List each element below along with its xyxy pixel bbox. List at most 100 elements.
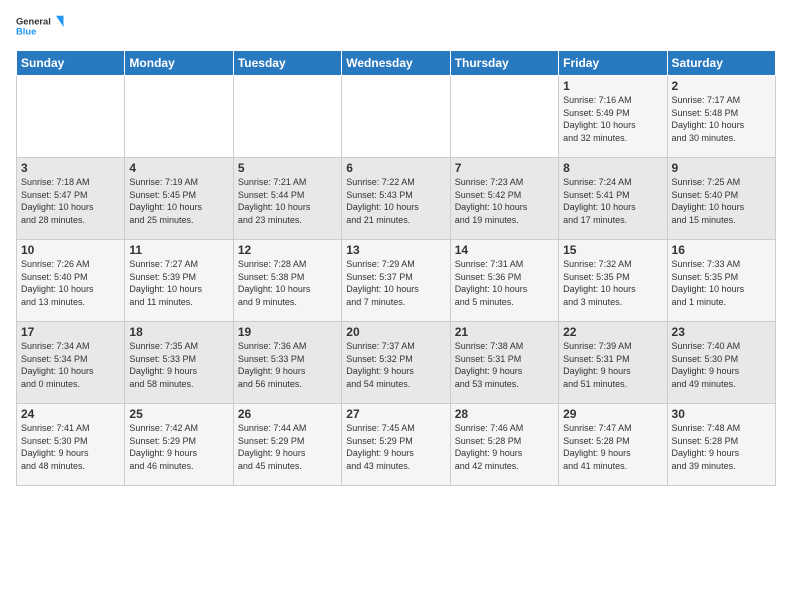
calendar-cell: 4Sunrise: 7:19 AM Sunset: 5:45 PM Daylig…: [125, 158, 233, 240]
day-info: Sunrise: 7:32 AM Sunset: 5:35 PM Dayligh…: [563, 258, 662, 308]
day-info: Sunrise: 7:38 AM Sunset: 5:31 PM Dayligh…: [455, 340, 554, 390]
calendar-cell: 29Sunrise: 7:47 AM Sunset: 5:28 PM Dayli…: [559, 404, 667, 486]
day-number: 18: [129, 325, 228, 339]
week-row-3: 10Sunrise: 7:26 AM Sunset: 5:40 PM Dayli…: [17, 240, 776, 322]
day-number: 16: [672, 243, 771, 257]
day-number: 1: [563, 79, 662, 93]
day-number: 5: [238, 161, 337, 175]
day-info: Sunrise: 7:46 AM Sunset: 5:28 PM Dayligh…: [455, 422, 554, 472]
calendar-cell: 14Sunrise: 7:31 AM Sunset: 5:36 PM Dayli…: [450, 240, 558, 322]
calendar-cell: 7Sunrise: 7:23 AM Sunset: 5:42 PM Daylig…: [450, 158, 558, 240]
day-info: Sunrise: 7:16 AM Sunset: 5:49 PM Dayligh…: [563, 94, 662, 144]
calendar-cell: 18Sunrise: 7:35 AM Sunset: 5:33 PM Dayli…: [125, 322, 233, 404]
calendar-cell: 12Sunrise: 7:28 AM Sunset: 5:38 PM Dayli…: [233, 240, 341, 322]
day-number: 15: [563, 243, 662, 257]
calendar-cell: 9Sunrise: 7:25 AM Sunset: 5:40 PM Daylig…: [667, 158, 775, 240]
day-number: 26: [238, 407, 337, 421]
day-header-friday: Friday: [559, 51, 667, 76]
day-info: Sunrise: 7:17 AM Sunset: 5:48 PM Dayligh…: [672, 94, 771, 144]
day-info: Sunrise: 7:41 AM Sunset: 5:30 PM Dayligh…: [21, 422, 120, 472]
day-info: Sunrise: 7:45 AM Sunset: 5:29 PM Dayligh…: [346, 422, 445, 472]
day-info: Sunrise: 7:42 AM Sunset: 5:29 PM Dayligh…: [129, 422, 228, 472]
day-header-wednesday: Wednesday: [342, 51, 450, 76]
day-number: 9: [672, 161, 771, 175]
day-number: 11: [129, 243, 228, 257]
week-row-2: 3Sunrise: 7:18 AM Sunset: 5:47 PM Daylig…: [17, 158, 776, 240]
calendar-cell: 11Sunrise: 7:27 AM Sunset: 5:39 PM Dayli…: [125, 240, 233, 322]
day-number: 21: [455, 325, 554, 339]
day-number: 2: [672, 79, 771, 93]
logo: GeneralBlue: [16, 12, 66, 42]
calendar-cell: 8Sunrise: 7:24 AM Sunset: 5:41 PM Daylig…: [559, 158, 667, 240]
day-number: 10: [21, 243, 120, 257]
calendar-cell: [233, 76, 341, 158]
svg-text:Blue: Blue: [16, 27, 36, 37]
day-number: 8: [563, 161, 662, 175]
day-number: 12: [238, 243, 337, 257]
calendar-cell: 3Sunrise: 7:18 AM Sunset: 5:47 PM Daylig…: [17, 158, 125, 240]
day-number: 19: [238, 325, 337, 339]
week-row-4: 17Sunrise: 7:34 AM Sunset: 5:34 PM Dayli…: [17, 322, 776, 404]
svg-text:General: General: [16, 17, 51, 27]
day-info: Sunrise: 7:34 AM Sunset: 5:34 PM Dayligh…: [21, 340, 120, 390]
calendar-cell: 26Sunrise: 7:44 AM Sunset: 5:29 PM Dayli…: [233, 404, 341, 486]
day-number: 27: [346, 407, 445, 421]
day-header-tuesday: Tuesday: [233, 51, 341, 76]
calendar-cell: 1Sunrise: 7:16 AM Sunset: 5:49 PM Daylig…: [559, 76, 667, 158]
calendar-cell: 20Sunrise: 7:37 AM Sunset: 5:32 PM Dayli…: [342, 322, 450, 404]
day-info: Sunrise: 7:39 AM Sunset: 5:31 PM Dayligh…: [563, 340, 662, 390]
calendar-cell: 5Sunrise: 7:21 AM Sunset: 5:44 PM Daylig…: [233, 158, 341, 240]
calendar-cell: 17Sunrise: 7:34 AM Sunset: 5:34 PM Dayli…: [17, 322, 125, 404]
calendar-cell: 21Sunrise: 7:38 AM Sunset: 5:31 PM Dayli…: [450, 322, 558, 404]
day-number: 7: [455, 161, 554, 175]
day-info: Sunrise: 7:21 AM Sunset: 5:44 PM Dayligh…: [238, 176, 337, 226]
day-info: Sunrise: 7:48 AM Sunset: 5:28 PM Dayligh…: [672, 422, 771, 472]
calendar-header-row: SundayMondayTuesdayWednesdayThursdayFrid…: [17, 51, 776, 76]
day-info: Sunrise: 7:24 AM Sunset: 5:41 PM Dayligh…: [563, 176, 662, 226]
day-number: 14: [455, 243, 554, 257]
day-info: Sunrise: 7:37 AM Sunset: 5:32 PM Dayligh…: [346, 340, 445, 390]
calendar-cell: 30Sunrise: 7:48 AM Sunset: 5:28 PM Dayli…: [667, 404, 775, 486]
day-info: Sunrise: 7:33 AM Sunset: 5:35 PM Dayligh…: [672, 258, 771, 308]
day-number: 3: [21, 161, 120, 175]
calendar-cell: 15Sunrise: 7:32 AM Sunset: 5:35 PM Dayli…: [559, 240, 667, 322]
calendar-cell: [450, 76, 558, 158]
day-number: 22: [563, 325, 662, 339]
day-info: Sunrise: 7:36 AM Sunset: 5:33 PM Dayligh…: [238, 340, 337, 390]
calendar-cell: [125, 76, 233, 158]
calendar-cell: 2Sunrise: 7:17 AM Sunset: 5:48 PM Daylig…: [667, 76, 775, 158]
day-info: Sunrise: 7:26 AM Sunset: 5:40 PM Dayligh…: [21, 258, 120, 308]
day-number: 20: [346, 325, 445, 339]
day-info: Sunrise: 7:18 AM Sunset: 5:47 PM Dayligh…: [21, 176, 120, 226]
calendar-cell: 25Sunrise: 7:42 AM Sunset: 5:29 PM Dayli…: [125, 404, 233, 486]
day-info: Sunrise: 7:44 AM Sunset: 5:29 PM Dayligh…: [238, 422, 337, 472]
day-number: 30: [672, 407, 771, 421]
day-number: 13: [346, 243, 445, 257]
day-info: Sunrise: 7:40 AM Sunset: 5:30 PM Dayligh…: [672, 340, 771, 390]
calendar-cell: [17, 76, 125, 158]
week-row-5: 24Sunrise: 7:41 AM Sunset: 5:30 PM Dayli…: [17, 404, 776, 486]
day-info: Sunrise: 7:25 AM Sunset: 5:40 PM Dayligh…: [672, 176, 771, 226]
day-number: 6: [346, 161, 445, 175]
calendar-cell: 19Sunrise: 7:36 AM Sunset: 5:33 PM Dayli…: [233, 322, 341, 404]
day-number: 23: [672, 325, 771, 339]
calendar-cell: 13Sunrise: 7:29 AM Sunset: 5:37 PM Dayli…: [342, 240, 450, 322]
day-info: Sunrise: 7:19 AM Sunset: 5:45 PM Dayligh…: [129, 176, 228, 226]
day-info: Sunrise: 7:47 AM Sunset: 5:28 PM Dayligh…: [563, 422, 662, 472]
day-info: Sunrise: 7:23 AM Sunset: 5:42 PM Dayligh…: [455, 176, 554, 226]
calendar-cell: 27Sunrise: 7:45 AM Sunset: 5:29 PM Dayli…: [342, 404, 450, 486]
day-info: Sunrise: 7:35 AM Sunset: 5:33 PM Dayligh…: [129, 340, 228, 390]
day-number: 25: [129, 407, 228, 421]
day-header-thursday: Thursday: [450, 51, 558, 76]
logo-icon: GeneralBlue: [16, 12, 66, 42]
calendar-cell: 10Sunrise: 7:26 AM Sunset: 5:40 PM Dayli…: [17, 240, 125, 322]
day-number: 28: [455, 407, 554, 421]
day-number: 4: [129, 161, 228, 175]
calendar-cell: 6Sunrise: 7:22 AM Sunset: 5:43 PM Daylig…: [342, 158, 450, 240]
calendar-cell: 16Sunrise: 7:33 AM Sunset: 5:35 PM Dayli…: [667, 240, 775, 322]
day-info: Sunrise: 7:22 AM Sunset: 5:43 PM Dayligh…: [346, 176, 445, 226]
calendar-cell: 28Sunrise: 7:46 AM Sunset: 5:28 PM Dayli…: [450, 404, 558, 486]
day-header-sunday: Sunday: [17, 51, 125, 76]
calendar-cell: 24Sunrise: 7:41 AM Sunset: 5:30 PM Dayli…: [17, 404, 125, 486]
header: GeneralBlue: [16, 12, 776, 42]
